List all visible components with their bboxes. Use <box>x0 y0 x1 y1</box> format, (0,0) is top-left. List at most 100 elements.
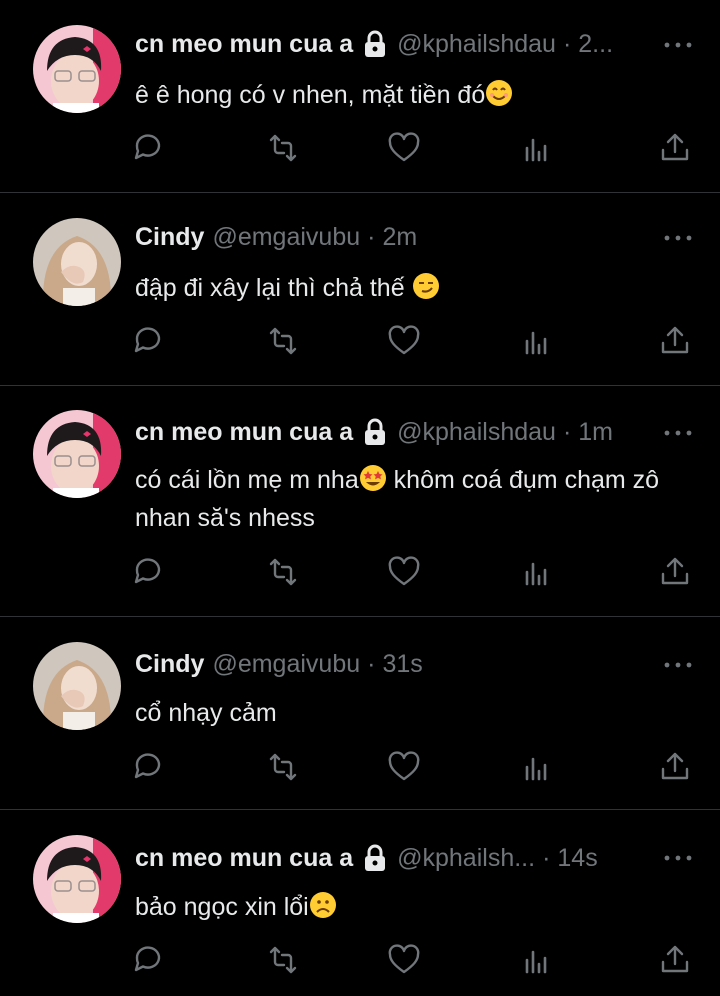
boy-avatar-image <box>33 410 121 498</box>
reply-icon <box>134 558 161 584</box>
like-button[interactable] <box>386 130 422 166</box>
tweet[interactable]: cn meo mun cua a @kphailshdau · 2... ê ê… <box>0 0 720 193</box>
views-icon <box>525 138 547 162</box>
retweet-button[interactable] <box>265 323 301 359</box>
like-button[interactable] <box>386 323 422 359</box>
more-icon[interactable] <box>664 235 692 241</box>
display-name[interactable]: cn meo mun cua a <box>135 27 353 61</box>
timestamp[interactable]: 14s <box>557 841 597 875</box>
display-name[interactable]: cn meo mun cua a <box>135 841 353 875</box>
share-icon <box>661 752 689 780</box>
separator-dot: · <box>542 844 551 872</box>
action-bar <box>0 942 720 978</box>
avatar[interactable] <box>33 835 121 923</box>
action-bar <box>0 554 720 590</box>
boy-avatar-image <box>33 25 121 113</box>
share-button[interactable] <box>657 130 693 166</box>
avatar[interactable] <box>33 25 121 113</box>
share-button[interactable] <box>657 749 693 785</box>
reply-icon <box>134 134 161 160</box>
tweet[interactable]: cn meo mun cua a @kphailshdau · 1m có cá… <box>0 386 720 617</box>
more-icon[interactable] <box>664 662 692 668</box>
views-button[interactable] <box>518 749 554 785</box>
smirking-face-emoji <box>412 273 439 299</box>
star-struck-emoji <box>359 465 386 491</box>
views-icon <box>525 331 547 355</box>
retweet-button[interactable] <box>265 554 301 590</box>
smiling-face-emoji <box>486 80 513 106</box>
tweet-text: bảo ngọc xin lổi <box>135 888 696 926</box>
like-button[interactable] <box>386 749 422 785</box>
girl-avatar-image <box>33 218 121 306</box>
more-icon[interactable] <box>664 855 692 861</box>
tweet[interactable]: cn meo mun cua a @kphailsh... · 14s bảo … <box>0 810 720 996</box>
share-button[interactable] <box>657 942 693 978</box>
separator-dot: · <box>562 30 572 58</box>
reply-button[interactable] <box>131 942 167 978</box>
girl-avatar-image <box>33 642 121 730</box>
tweet-header: cn meo mun cua a @kphailshdau · 2... <box>135 27 706 61</box>
action-bar <box>0 749 720 785</box>
share-button[interactable] <box>657 323 693 359</box>
retweet-button[interactable] <box>265 749 301 785</box>
reply-button[interactable] <box>131 554 167 590</box>
timestamp[interactable]: 1m <box>578 415 613 449</box>
like-icon <box>388 325 420 355</box>
timestamp[interactable]: 2... <box>578 27 613 61</box>
more-icon[interactable] <box>664 430 692 436</box>
tweet[interactable]: Cindy @emgaivubu · 2m đập đi xây lại thì… <box>0 193 720 386</box>
like-button[interactable] <box>386 942 422 978</box>
lock-icon <box>365 844 386 871</box>
retweet-icon <box>269 327 297 355</box>
lock-icon <box>365 30 386 57</box>
tweet-text-content: đập đi xây lại thì chả thế <box>135 274 412 302</box>
like-icon <box>388 944 420 974</box>
separator-dot: · <box>367 650 376 678</box>
handle[interactable]: @kphailsh... <box>397 841 535 875</box>
display-name[interactable]: Cindy <box>135 220 204 254</box>
reply-button[interactable] <box>131 130 167 166</box>
share-icon <box>661 945 689 973</box>
views-button[interactable] <box>518 942 554 978</box>
avatar[interactable] <box>33 410 121 498</box>
handle[interactable]: @emgaivubu <box>212 647 360 681</box>
tweet-text-content: cổ nhạy cảm <box>135 699 277 727</box>
retweet-icon <box>269 753 297 781</box>
handle[interactable]: @kphailshdau <box>397 27 556 61</box>
tweet-text: đập đi xây lại thì chả thế <box>135 269 696 307</box>
display-name[interactable]: cn meo mun cua a <box>135 415 353 449</box>
share-button[interactable] <box>657 554 693 590</box>
retweet-icon <box>269 134 297 162</box>
separator-dot: · <box>562 418 572 446</box>
views-icon <box>525 757 547 781</box>
tweet[interactable]: Cindy @emgaivubu · 31s cổ nhạy cảm <box>0 617 720 810</box>
handle[interactable]: @kphailshdau <box>397 415 556 449</box>
tweet-text-content: có cái lồn mẹ m nha <box>135 466 359 494</box>
like-button[interactable] <box>386 554 422 590</box>
display-name[interactable]: Cindy <box>135 647 204 681</box>
tweet-header: cn meo mun cua a @kphailshdau · 1m <box>135 415 706 449</box>
more-icon[interactable] <box>664 42 692 48</box>
reply-icon <box>134 327 161 353</box>
views-icon <box>525 950 547 974</box>
views-button[interactable] <box>518 554 554 590</box>
reply-button[interactable] <box>131 323 167 359</box>
retweet-button[interactable] <box>265 130 301 166</box>
like-icon <box>388 132 420 162</box>
avatar[interactable] <box>33 218 121 306</box>
separator-dot: · <box>367 223 376 251</box>
views-button[interactable] <box>518 130 554 166</box>
timeline: cn meo mun cua a @kphailshdau · 2... ê ê… <box>0 0 720 996</box>
boy-avatar-image <box>33 835 121 923</box>
views-button[interactable] <box>518 323 554 359</box>
reply-icon <box>134 946 161 972</box>
timestamp[interactable]: 31s <box>382 647 422 681</box>
timestamp[interactable]: 2m <box>382 220 417 254</box>
handle[interactable]: @emgaivubu <box>212 220 360 254</box>
reply-button[interactable] <box>131 749 167 785</box>
retweet-button[interactable] <box>265 942 301 978</box>
like-icon <box>388 751 420 781</box>
frowning-face-emoji <box>309 892 336 918</box>
like-icon <box>388 556 420 586</box>
avatar[interactable] <box>33 642 121 730</box>
